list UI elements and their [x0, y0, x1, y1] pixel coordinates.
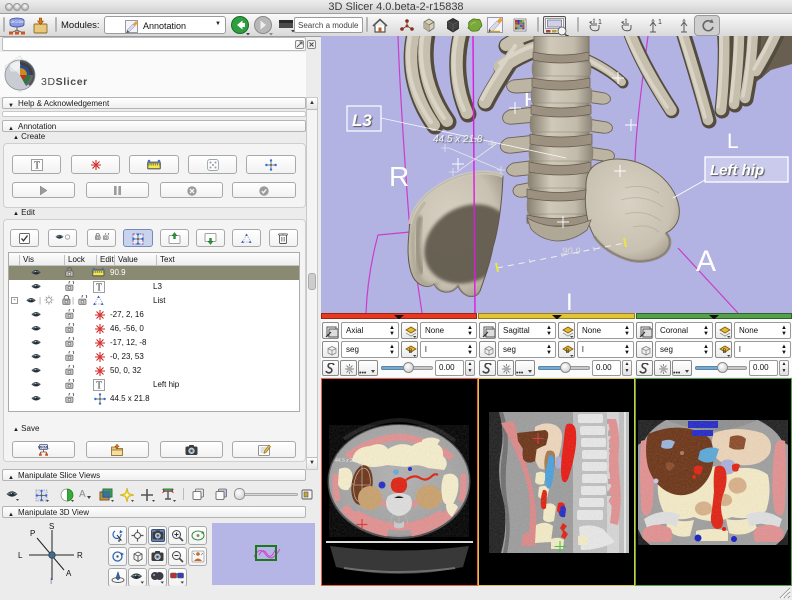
svg-text:L: L — [18, 551, 23, 560]
svg-text:44.5 x 21.8: 44.5 x 21.8 — [433, 134, 483, 145]
svg-text:L3: L3 — [352, 111, 372, 130]
svg-text:1: 1 — [658, 19, 662, 26]
svg-text:I: I — [50, 577, 52, 586]
svg-text:L: L — [727, 130, 739, 153]
svg-text:Left hip: Left hip — [710, 162, 764, 179]
svg-text:R: R — [77, 551, 83, 560]
svg-text:B: B — [722, 349, 726, 355]
svg-text:A: A — [66, 569, 72, 578]
svg-text:B: B — [565, 349, 569, 355]
svg-text:A: A — [696, 245, 716, 278]
svg-text:DICOM: DICOM — [10, 19, 23, 24]
svg-text:R: R — [389, 161, 409, 192]
svg-text:S: S — [49, 522, 54, 531]
svg-text:I: I — [566, 289, 573, 313]
svg-text:B: B — [408, 349, 412, 355]
svg-text:90.9: 90.9 — [562, 246, 581, 257]
svg-text:1: 1 — [598, 19, 602, 26]
svg-text:P: P — [30, 529, 35, 538]
